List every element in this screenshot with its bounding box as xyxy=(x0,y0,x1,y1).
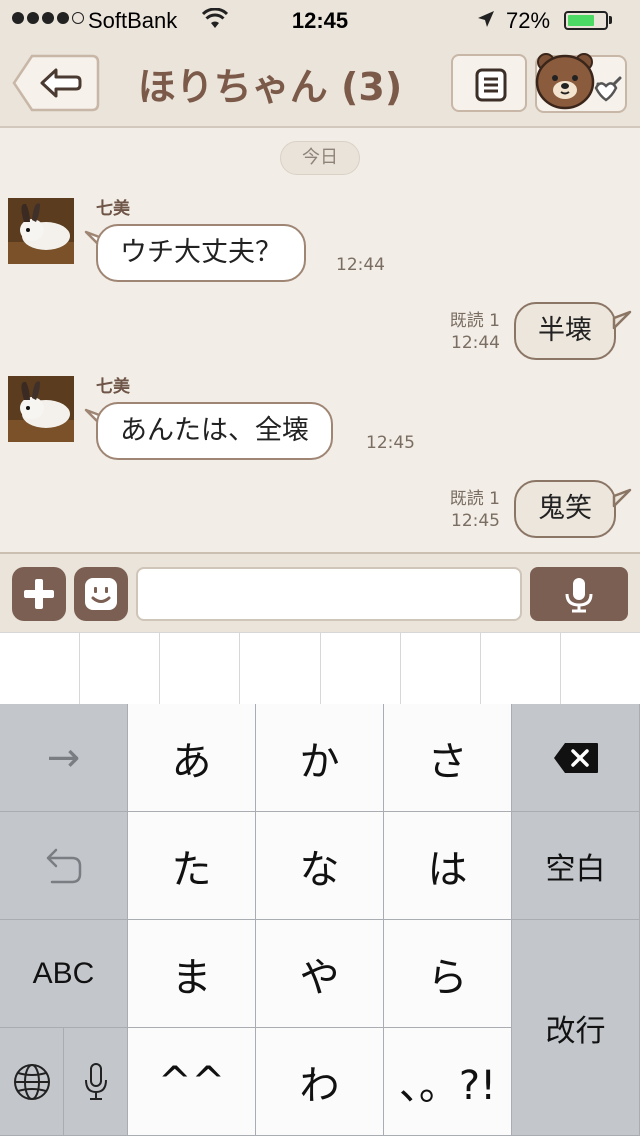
undo-key[interactable] xyxy=(0,812,128,920)
message-input[interactable] xyxy=(136,567,522,621)
kana-key-a[interactable]: あ xyxy=(128,704,256,812)
message-time: 12:44 xyxy=(451,333,500,353)
space-key[interactable]: 空白 xyxy=(512,812,640,920)
status-bar: SoftBank 12:45 72% xyxy=(0,0,640,40)
keyboard: → あ か さ た な は 空白 ABC ま や ら 改行 ^^ わ 、。?! xyxy=(0,704,640,1136)
message-time: 12:45 xyxy=(451,511,500,531)
candidate-slot[interactable] xyxy=(321,633,401,704)
kana-key-ha[interactable]: は xyxy=(384,812,512,920)
return-key[interactable]: 改行 xyxy=(512,920,640,1136)
sender-avatar[interactable] xyxy=(8,376,74,442)
message-bubble[interactable]: あんたは、全壊 xyxy=(96,402,333,460)
location-arrow-icon xyxy=(478,11,494,27)
kana-key-na[interactable]: な xyxy=(256,812,384,920)
candidate-slot[interactable] xyxy=(160,633,241,704)
kana-key-ya[interactable]: や xyxy=(256,920,384,1028)
battery-icon xyxy=(564,11,608,30)
read-status: 既読 1 xyxy=(449,489,500,509)
kana-key-ra[interactable]: ら xyxy=(384,920,512,1028)
candidate-slot[interactable] xyxy=(401,633,481,704)
next-candidate-key[interactable]: → xyxy=(0,704,128,812)
candidate-slot[interactable] xyxy=(561,633,640,704)
bubble-tail xyxy=(612,488,632,508)
kana-key-ma[interactable]: ま xyxy=(128,920,256,1028)
chat-header: ほりちゃん (3) xyxy=(0,40,640,128)
kana-key-ta[interactable]: た xyxy=(128,812,256,920)
candidate-slot[interactable] xyxy=(0,633,81,704)
punctuation-key[interactable]: 、。?! xyxy=(384,1028,512,1136)
dictation-key[interactable] xyxy=(64,1028,128,1136)
rabbit-photo-icon xyxy=(8,198,74,264)
read-receipt: 既読 1 12:44 xyxy=(450,310,500,354)
microphone-icon xyxy=(84,1062,107,1100)
emoji-icon xyxy=(85,578,117,610)
read-receipt: 既読 1 12:45 xyxy=(450,488,500,532)
kana-key-wa[interactable]: わ xyxy=(256,1028,384,1136)
sticker-button[interactable] xyxy=(74,567,128,621)
battery-percent: 72% xyxy=(506,8,551,33)
back-button[interactable] xyxy=(12,54,100,112)
kana-key-ka[interactable]: か xyxy=(256,704,384,812)
message-bubble[interactable]: ウチ大丈夫？ xyxy=(96,224,306,282)
message-list[interactable]: 今日 七美 ウチ大丈夫？ 12:44 既読 1 12:44 半壊 七美 あんたは… xyxy=(0,130,640,552)
emoticon-key[interactable]: ^^ xyxy=(128,1028,256,1136)
candidate-slot[interactable] xyxy=(240,633,321,704)
message-bubble[interactable]: 鬼笑 xyxy=(514,480,616,538)
bubble-tail xyxy=(612,310,632,330)
menu-button[interactable] xyxy=(451,54,527,112)
battery-tip xyxy=(609,16,612,24)
undo-icon xyxy=(46,848,81,883)
kana-key-sa[interactable]: さ xyxy=(384,704,512,812)
voice-message-button[interactable] xyxy=(530,567,628,621)
menu-list-icon xyxy=(475,68,507,102)
globe-icon xyxy=(13,1063,50,1100)
date-separator: 今日 xyxy=(280,141,360,175)
back-arrow-icon xyxy=(12,54,100,112)
message-bubble[interactable]: 半壊 xyxy=(514,302,616,360)
friend-bear-icon xyxy=(535,53,627,113)
friend-menu-button[interactable] xyxy=(534,50,628,116)
globe-key[interactable] xyxy=(0,1028,64,1136)
rabbit-photo-icon xyxy=(8,376,74,442)
delete-icon xyxy=(553,742,598,773)
message-time: 12:44 xyxy=(336,255,385,275)
chat-title: ほりちゃん (3) xyxy=(137,65,403,109)
candidate-slot[interactable] xyxy=(481,633,561,704)
abc-key[interactable]: ABC xyxy=(0,920,128,1028)
plus-icon xyxy=(24,579,54,609)
sender-avatar[interactable] xyxy=(8,198,74,264)
message-time: 12:45 xyxy=(366,433,415,453)
message-input-bar xyxy=(0,552,640,632)
sender-name: 七美 xyxy=(96,199,130,219)
attach-button[interactable] xyxy=(12,567,66,621)
read-status: 既読 1 xyxy=(449,311,500,331)
delete-key[interactable] xyxy=(512,704,640,812)
sender-name: 七美 xyxy=(96,377,130,397)
microphone-icon xyxy=(565,578,593,613)
candidate-bar[interactable] xyxy=(0,632,640,704)
candidate-slot[interactable] xyxy=(80,633,161,704)
